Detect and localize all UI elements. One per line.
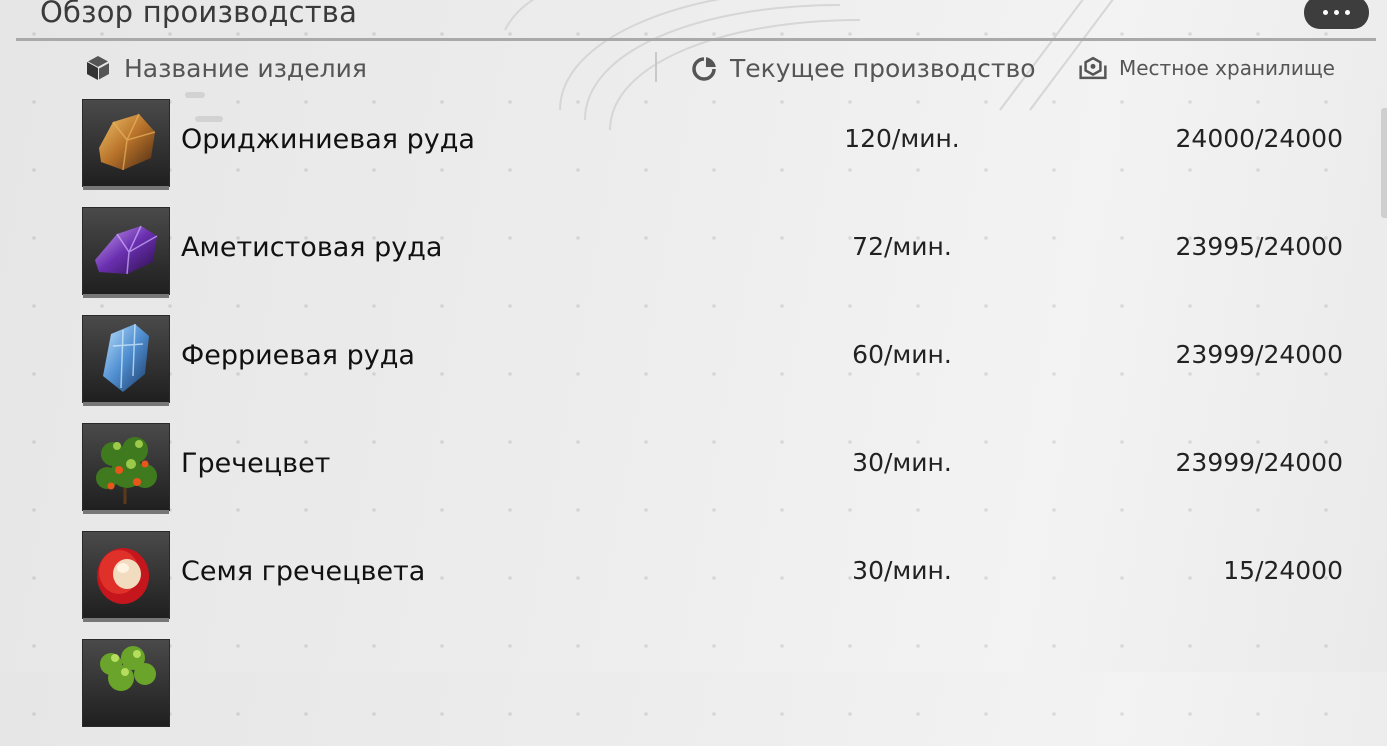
item-name: Аметистовая руда bbox=[181, 232, 443, 263]
column-header-name[interactable]: Название изделия bbox=[84, 46, 367, 90]
item-name: Семя гречецвета bbox=[181, 556, 426, 587]
item-storage: 23999/24000 bbox=[1175, 448, 1343, 477]
item-storage: 23999/24000 bbox=[1175, 340, 1343, 369]
thumb-underline bbox=[83, 294, 169, 298]
column-header-storage[interactable]: Местное хранилище bbox=[1079, 46, 1335, 90]
thumb-underline bbox=[83, 510, 169, 514]
ellipsis-icon bbox=[1323, 10, 1328, 15]
header-separator bbox=[655, 52, 657, 82]
storage-icon bbox=[1079, 54, 1107, 82]
item-rate: 60/мин. bbox=[852, 340, 952, 369]
item-name: Ферриевая руда bbox=[181, 340, 415, 371]
thumb-underline bbox=[83, 618, 169, 622]
list-item[interactable]: Аметистовая руда 72/мин. 23995/24000 bbox=[0, 206, 1387, 314]
ellipsis-dot bbox=[1334, 10, 1339, 15]
list-item[interactable]: Гречецвет 30/мин. 23999/24000 bbox=[0, 422, 1387, 530]
table-header: Название изделия Текущее производство Ме… bbox=[0, 46, 1387, 90]
title-divider bbox=[16, 38, 1376, 41]
item-rate: 120/мин. bbox=[844, 124, 960, 153]
more-options-button[interactable] bbox=[1304, 0, 1369, 29]
item-storage: 23995/24000 bbox=[1175, 232, 1343, 261]
list-item[interactable] bbox=[0, 638, 1387, 746]
item-rate: 30/мин. bbox=[852, 448, 952, 477]
item-storage: 15/24000 bbox=[1223, 556, 1343, 585]
pie-chart-icon bbox=[690, 54, 718, 82]
cube-icon bbox=[84, 54, 112, 82]
column-header-name-label: Название изделия bbox=[124, 53, 367, 83]
column-header-production-label: Текущее производство bbox=[730, 53, 1036, 83]
ellipsis-dot bbox=[1345, 10, 1350, 15]
item-storage: 24000/24000 bbox=[1175, 124, 1343, 153]
page-title: Обзор производства bbox=[40, 0, 358, 29]
amethyst-ore-icon bbox=[83, 208, 169, 298]
orange-ore-icon bbox=[83, 100, 169, 190]
column-header-storage-label: Местное хранилище bbox=[1119, 56, 1335, 80]
blue-crystal-icon bbox=[83, 316, 169, 406]
berry-bush-icon bbox=[83, 424, 169, 514]
thumb-underline bbox=[83, 186, 169, 190]
column-header-production[interactable]: Текущее производство bbox=[690, 46, 1036, 90]
item-name: Ориджиниевая руда bbox=[181, 124, 475, 155]
item-name: Гречецвет bbox=[181, 448, 331, 479]
green-plant-icon bbox=[83, 640, 169, 726]
scrollbar[interactable] bbox=[1381, 108, 1387, 218]
list-item[interactable]: Семя гречецвета 30/мин. 15/24000 bbox=[0, 530, 1387, 638]
item-rate: 30/мин. bbox=[852, 556, 952, 585]
thumb-underline bbox=[83, 402, 169, 406]
item-rate: 72/мин. bbox=[852, 232, 952, 261]
list-item[interactable]: Ориджиниевая руда 120/мин. 24000/24000 bbox=[0, 98, 1387, 206]
seed-icon bbox=[83, 532, 169, 622]
list-item[interactable]: Ферриевая руда 60/мин. 23999/24000 bbox=[0, 314, 1387, 422]
